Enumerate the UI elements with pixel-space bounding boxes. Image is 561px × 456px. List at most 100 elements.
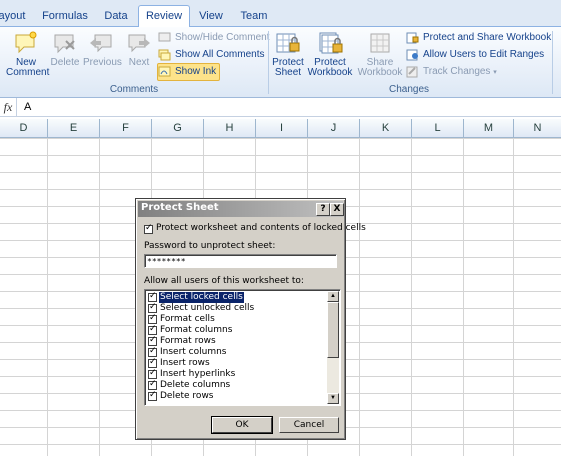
allow-users-label: Allow all users of this worksheet to:: [144, 276, 304, 286]
next-comment-icon: [126, 31, 152, 55]
column-header-f[interactable]: F: [100, 119, 152, 137]
show-hide-comment-button[interactable]: Show/Hide Comment: [158, 30, 269, 46]
list-item-checkbox[interactable]: [148, 302, 157, 313]
grid-line: [99, 138, 100, 456]
protect-workbook-icon: [317, 31, 343, 55]
show-all-comments-button[interactable]: Show All Comments: [158, 47, 264, 63]
share-workbook-label-2: Workbook: [357, 67, 403, 78]
list-item[interactable]: Delete columns: [147, 379, 326, 391]
share-workbook-icon: [367, 31, 393, 55]
next-comment-button[interactable]: Next: [124, 31, 154, 81]
allow-users-edit-ranges-button[interactable]: Allow Users to Edit Ranges: [406, 47, 544, 63]
protect-sheet-dialog: Protect Sheet ? X Protect worksheet and …: [135, 198, 366, 440]
list-item[interactable]: Delete rows: [147, 390, 326, 402]
list-item[interactable]: Insert columns: [147, 346, 326, 358]
list-item-checkbox[interactable]: [148, 357, 157, 368]
list-item[interactable]: Format columns: [147, 324, 326, 336]
column-header-row: D E F G H I J K L M N: [0, 119, 561, 138]
tab-data[interactable]: Data: [101, 7, 131, 26]
protect-worksheet-checkbox[interactable]: [144, 223, 153, 234]
list-item[interactable]: Select locked cells: [147, 291, 326, 303]
grid-line: [47, 138, 48, 456]
cancel-button[interactable]: Cancel: [279, 417, 339, 433]
list-item-checkbox[interactable]: [148, 390, 157, 401]
previous-comment-button[interactable]: Previous: [83, 31, 122, 81]
list-item-checkbox[interactable]: [148, 335, 157, 346]
close-button[interactable]: X: [330, 203, 344, 216]
column-header-i[interactable]: I: [256, 119, 308, 137]
tab-view[interactable]: View: [196, 7, 226, 26]
new-comment-label-2: Comment: [6, 67, 50, 78]
protect-and-share-workbook-button[interactable]: Protect and Share Workbook: [406, 30, 551, 46]
list-item-checkbox[interactable]: [148, 368, 157, 379]
column-header-m[interactable]: M: [464, 119, 514, 137]
list-item[interactable]: Select unlocked cells: [147, 302, 326, 314]
help-button[interactable]: ?: [316, 203, 330, 216]
tab-page-layout[interactable]: ayout: [0, 7, 26, 26]
ribbon-group-separator-2: [552, 31, 553, 94]
column-header-e[interactable]: E: [48, 119, 100, 137]
show-all-comments-icon: [158, 49, 171, 61]
column-header-d[interactable]: D: [0, 119, 48, 137]
changes-group-label: Changes: [388, 84, 430, 95]
list-scrollbar[interactable]: ▲ ▼: [327, 291, 339, 404]
track-changes-icon: [406, 66, 419, 78]
grid-line: [463, 138, 464, 456]
show-hide-comment-icon: [158, 32, 171, 44]
list-item[interactable]: Insert hyperlinks: [147, 368, 326, 380]
list-item-checkbox[interactable]: [148, 313, 157, 324]
track-changes-button[interactable]: Track Changes ▾: [406, 64, 497, 80]
list-item-checkbox[interactable]: [148, 291, 157, 302]
column-header-g[interactable]: G: [152, 119, 204, 137]
share-workbook-button[interactable]: Share Workbook: [356, 31, 404, 81]
new-comment-button[interactable]: New Comment: [6, 31, 50, 81]
list-item[interactable]: Format cells: [147, 313, 326, 325]
list-item-checkbox[interactable]: [148, 379, 157, 390]
column-header-n[interactable]: N: [514, 119, 561, 137]
column-header-k[interactable]: K: [360, 119, 412, 137]
protect-share-icon: [406, 32, 419, 44]
grid-line: [359, 138, 360, 456]
ribbon-tab-bar: ayout Formulas Data Review View Team: [0, 0, 561, 27]
new-comment-icon: [13, 31, 39, 55]
list-item[interactable]: Insert rows: [147, 357, 326, 369]
previous-label: Previous: [83, 57, 122, 68]
next-label: Next: [128, 57, 150, 68]
ok-button[interactable]: OK: [211, 416, 273, 434]
protect-workbook-label-2: Workbook: [307, 67, 353, 78]
tab-review[interactable]: Review: [138, 5, 190, 27]
formula-bar: fx A: [0, 98, 561, 117]
protect-sheet-label-2: Sheet: [274, 67, 302, 78]
protect-workbook-button[interactable]: Protect Workbook: [306, 31, 354, 81]
scroll-up-icon[interactable]: ▲: [327, 291, 339, 302]
fx-icon[interactable]: fx: [0, 98, 17, 116]
show-ink-button[interactable]: Show Ink: [157, 63, 221, 81]
delete-label: Delete: [50, 57, 80, 68]
tab-team[interactable]: Team: [237, 7, 271, 26]
permissions-list[interactable]: Select locked cells Select unlocked cell…: [144, 289, 341, 406]
grid-line: [411, 138, 412, 456]
protect-sheet-button[interactable]: Protect Sheet: [272, 31, 304, 81]
column-header-h[interactable]: H: [204, 119, 256, 137]
password-field[interactable]: ********: [144, 254, 337, 268]
dialog-title-bar[interactable]: Protect Sheet ? X: [138, 201, 344, 217]
list-item-checkbox[interactable]: [148, 324, 157, 335]
show-ink-icon: [158, 66, 171, 78]
comments-group-label: Comments: [109, 84, 159, 95]
scroll-down-icon[interactable]: ▼: [327, 393, 339, 404]
allow-users-icon: [406, 49, 419, 61]
list-item-checkbox[interactable]: [148, 346, 157, 357]
chevron-down-icon: ▾: [493, 69, 497, 76]
delete-comment-button[interactable]: Delete: [50, 31, 80, 81]
column-header-j[interactable]: J: [308, 119, 360, 137]
scrollbar-thumb[interactable]: [327, 302, 339, 358]
delete-comment-icon: [52, 31, 78, 55]
list-item[interactable]: Format rows: [147, 335, 326, 347]
grid-line: [513, 138, 514, 456]
protect-worksheet-label: Protect worksheet and contents of locked…: [156, 223, 366, 233]
password-label: Password to unprotect sheet:: [144, 241, 276, 251]
previous-comment-icon: [88, 31, 114, 55]
column-header-l[interactable]: L: [412, 119, 464, 137]
formula-input[interactable]: A: [24, 98, 31, 116]
tab-formulas[interactable]: Formulas: [40, 7, 90, 26]
